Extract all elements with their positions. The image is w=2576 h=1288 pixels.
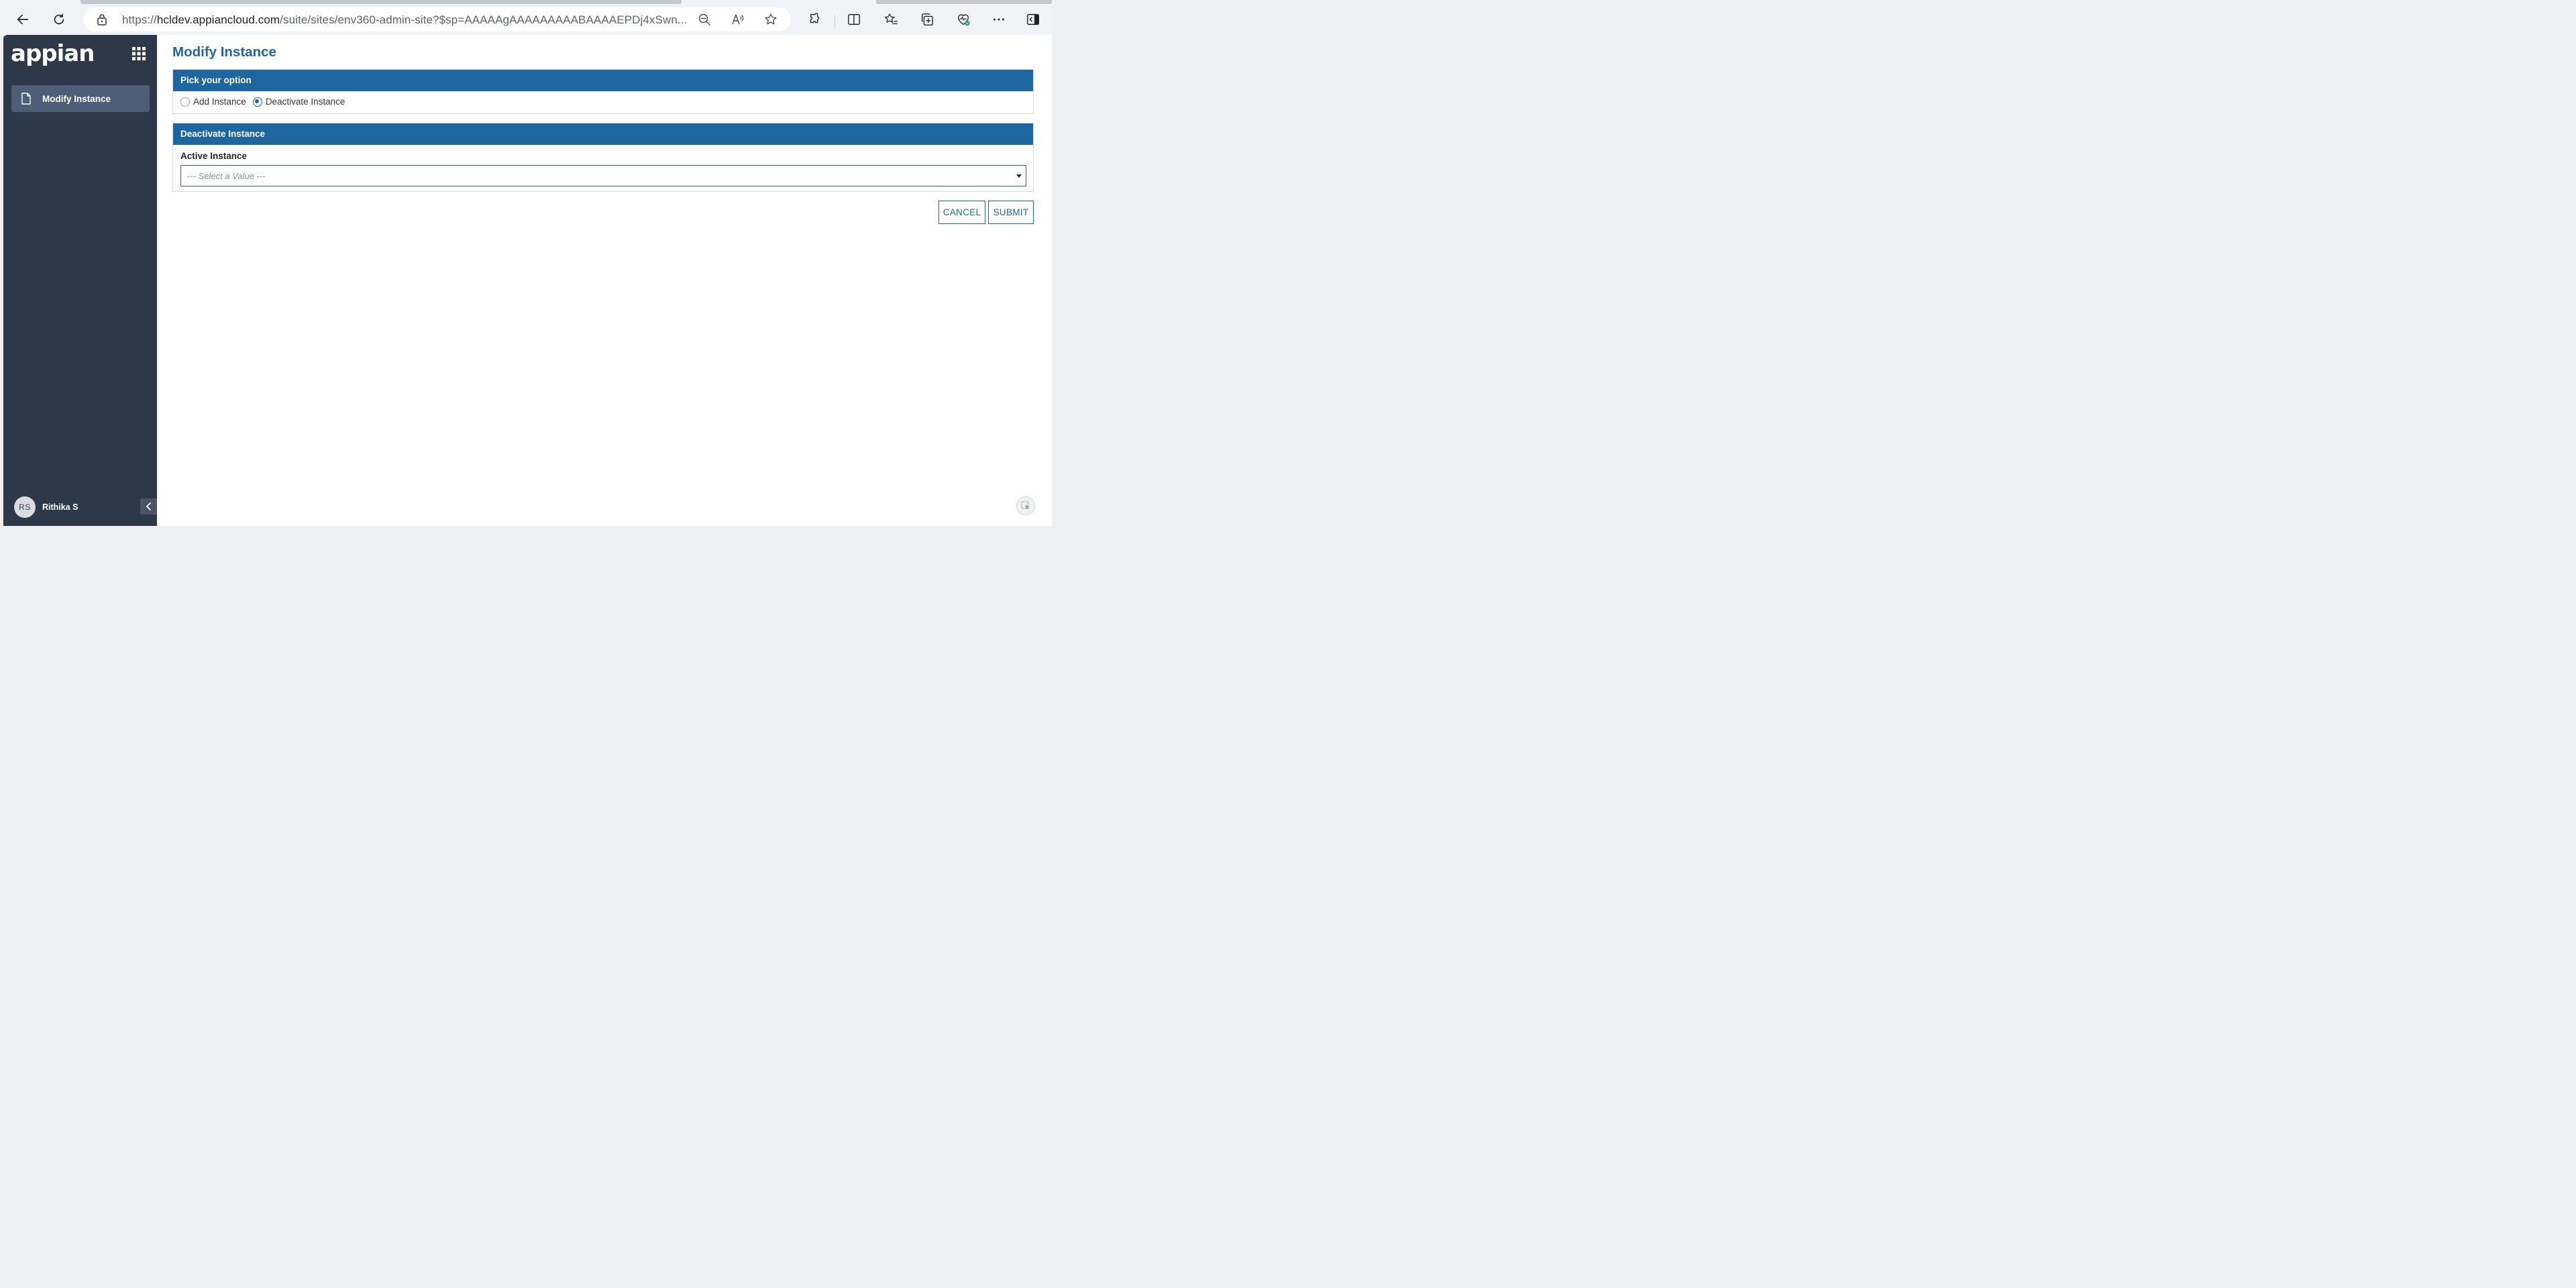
document-icon — [21, 93, 31, 105]
user-profile[interactable]: RS Rithika S — [14, 496, 78, 518]
puzzle-icon — [810, 13, 820, 23]
deactivate-section: Deactivate Instance Active Instance --- … — [172, 123, 1034, 192]
star-icon — [765, 13, 777, 25]
more-options-button[interactable] — [987, 8, 1010, 31]
cancel-button[interactable]: CANCEL — [938, 201, 985, 224]
split-screen-icon — [848, 13, 860, 25]
back-button[interactable] — [11, 8, 34, 31]
extensions-button[interactable] — [804, 8, 826, 31]
submit-button[interactable]: SUBMIT — [988, 201, 1034, 224]
read-aloud-icon — [732, 14, 744, 25]
split-screen-button[interactable] — [843, 8, 865, 31]
active-instance-label: Active Instance — [180, 151, 248, 161]
reload-button[interactable] — [48, 8, 70, 31]
browser-toolbar: https://hcldev.appiancloud.com/suite/sit… — [0, 4, 1052, 35]
main-content: Modify Instance Pick your option Add Ins… — [157, 35, 1052, 526]
radio-group: Add Instance Deactivate Instance — [180, 97, 345, 107]
favorites-button[interactable] — [879, 8, 902, 31]
section-header: Pick your option — [173, 70, 1033, 91]
lock-icon[interactable] — [95, 13, 109, 26]
appian-logo[interactable]: appian — [11, 40, 95, 67]
page-title: Modify Instance — [172, 44, 276, 60]
app-launcher-button[interactable] — [131, 46, 147, 62]
deactivate-instance-label[interactable]: Deactivate Instance — [266, 97, 345, 107]
read-aloud-button[interactable] — [729, 10, 747, 29]
zoom-out-icon — [698, 13, 710, 25]
caret-down-icon — [1016, 174, 1022, 178]
heart-pulse-icon — [957, 14, 970, 26]
sidebar-item-label: Modify Instance — [42, 93, 111, 104]
address-bar[interactable]: https://hcldev.appiancloud.com/suite/sit… — [83, 7, 791, 32]
collections-button[interactable] — [916, 8, 938, 31]
favorite-button[interactable] — [761, 10, 780, 29]
deactivate-instance-radio[interactable] — [252, 97, 262, 107]
ellipsis-icon — [994, 18, 1004, 21]
sidebar-item-modify-instance[interactable]: Modify Instance — [11, 85, 150, 112]
reload-icon — [54, 13, 64, 25]
collapse-sidebar-button[interactable] — [140, 498, 157, 515]
favorites-list-icon — [884, 13, 898, 25]
add-instance-radio[interactable] — [180, 97, 190, 107]
section-header: Deactivate Instance — [173, 123, 1033, 145]
collections-icon — [921, 13, 933, 25]
avatar[interactable]: RS — [14, 496, 36, 518]
url-text[interactable]: https://hcldev.appiancloud.com/suite/sit… — [122, 13, 687, 27]
cursor-select-icon — [1021, 501, 1030, 510]
sidebar-toggle-button[interactable] — [1022, 8, 1044, 31]
chevron-left-icon — [146, 502, 151, 511]
add-instance-label[interactable]: Add Instance — [193, 97, 246, 107]
browser-essentials-button[interactable] — [952, 8, 975, 31]
sidebar: appian Modify Instance RS Rithika S — [3, 35, 157, 526]
url-prefix: https:// — [122, 13, 157, 26]
logo-text: appian — [11, 40, 95, 67]
user-name: Rithika S — [42, 502, 78, 512]
url-path: /suite/sites/env360-admin-site?$sp=AAAAA… — [280, 13, 688, 26]
grid-icon — [132, 47, 146, 60]
feedback-button[interactable] — [1016, 496, 1035, 515]
url-host: hcldev.appiancloud.com — [156, 13, 280, 26]
dropdown-placeholder: --- Select a Value --- — [187, 171, 266, 181]
option-section: Pick your option Add Instance Deactivate… — [172, 69, 1034, 114]
app-container: appian Modify Instance RS Rithika S Modi… — [3, 35, 1052, 526]
back-arrow-icon — [17, 14, 29, 25]
active-instance-dropdown[interactable]: --- Select a Value --- — [180, 165, 1026, 186]
sidebar-panel-icon — [1027, 13, 1039, 25]
zoom-out-button[interactable] — [695, 10, 714, 29]
